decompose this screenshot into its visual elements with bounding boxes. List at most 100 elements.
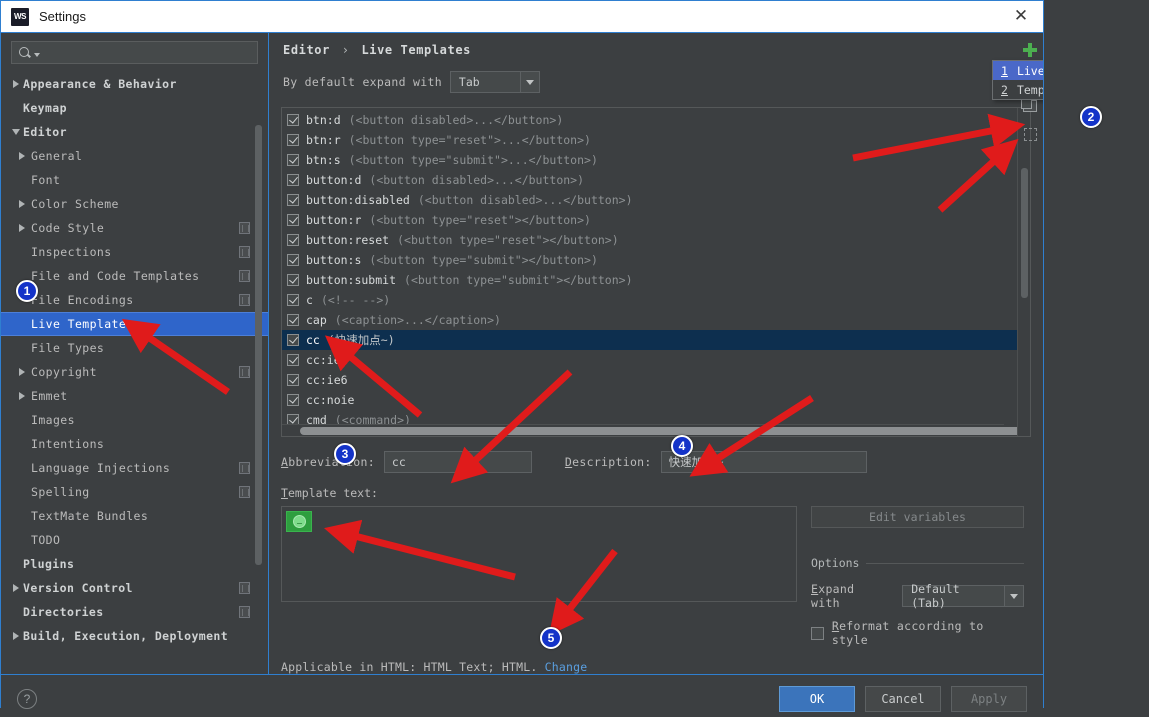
template-row[interactable]: btn:r (<button type="reset">...</button>) — [282, 130, 1017, 150]
sidebar-item-directories[interactable]: Directories — [1, 600, 268, 624]
ok-button[interactable]: OK — [779, 685, 855, 712]
sidebar-item-intentions[interactable]: Intentions — [1, 432, 268, 456]
breadcrumb-root[interactable]: Editor — [283, 43, 330, 57]
template-enabled-checkbox[interactable] — [287, 134, 299, 146]
template-enabled-checkbox[interactable] — [287, 254, 299, 266]
copy-settings-icon[interactable] — [239, 606, 250, 618]
sidebar-item-copyright[interactable]: Copyright — [1, 360, 268, 384]
sidebar-item-todo[interactable]: TODO — [1, 528, 268, 552]
expand-with-combo[interactable]: Default (Tab) — [902, 582, 1024, 610]
sidebar-scrollbar-track[interactable] — [255, 78, 265, 598]
template-row[interactable]: cap (<caption>...</caption>) — [282, 310, 1017, 330]
chevron-down-icon[interactable] — [1004, 586, 1023, 606]
template-enabled-checkbox[interactable] — [287, 274, 299, 286]
sidebar-item-build-execution-deployment[interactable]: Build, Execution, Deployment — [1, 624, 268, 648]
reformat-checkbox[interactable] — [811, 626, 824, 640]
search-icon — [18, 46, 32, 60]
template-group-button[interactable] — [1019, 123, 1041, 145]
edit-variables-button[interactable]: Edit variables — [811, 506, 1024, 528]
template-enabled-checkbox[interactable] — [287, 194, 299, 206]
template-row[interactable]: button:s (<button type="submit"></button>… — [282, 250, 1017, 270]
sidebar-item-file-types[interactable]: File Types — [1, 336, 268, 360]
sidebar-item-general[interactable]: General — [1, 144, 268, 168]
sidebar-item-file-and-code-templates[interactable]: File and Code Templates — [1, 264, 268, 288]
template-row[interactable]: button:r (<button type="reset"></button>) — [282, 210, 1017, 230]
template-enabled-checkbox[interactable] — [287, 394, 299, 406]
template-row[interactable]: cc:noie — [282, 390, 1017, 410]
expand-with-label-text: xpand with — [811, 582, 855, 610]
template-row[interactable]: button:d (<button disabled>...</button>) — [282, 170, 1017, 190]
sidebar-scrollbar-thumb[interactable] — [255, 125, 262, 565]
menu-item-template-group[interactable]: 2 Template Group... — [993, 80, 1043, 99]
templates-hscrollbar-track[interactable] — [282, 424, 1017, 436]
close-icon[interactable]: ✕ — [1009, 5, 1033, 27]
sidebar-item-label: Appearance & Behavior — [23, 77, 177, 91]
sidebar-item-version-control[interactable]: Version Control — [1, 576, 268, 600]
templates-list[interactable]: btn:d (<button disabled>...</button>) btn:… — [282, 108, 1017, 436]
template-enabled-checkbox[interactable] — [287, 174, 299, 186]
apply-button[interactable]: Apply — [951, 685, 1027, 712]
sidebar-item-appearance-behavior[interactable]: Appearance & Behavior — [1, 72, 268, 96]
template-enabled-checkbox[interactable] — [287, 234, 299, 246]
abbreviation-label-text: bbreviation: — [288, 455, 375, 469]
default-expand-combo[interactable]: Tab — [449, 71, 540, 93]
help-icon[interactable]: ? — [17, 688, 37, 709]
template-text-editor[interactable] — [281, 506, 797, 602]
sidebar-item-textmate-bundles[interactable]: TextMate Bundles — [1, 504, 268, 528]
change-link[interactable]: Change — [545, 660, 588, 674]
template-enabled-checkbox[interactable] — [287, 214, 299, 226]
copy-settings-icon[interactable] — [239, 462, 250, 474]
sidebar-item-spelling[interactable]: Spelling — [1, 480, 268, 504]
template-enabled-checkbox[interactable] — [287, 154, 299, 166]
template-enabled-checkbox[interactable] — [287, 374, 299, 386]
template-row[interactable]: btn:s (<button type="submit">...</button>… — [282, 150, 1017, 170]
menu-item-live-template[interactable]: 1 Live Template — [993, 61, 1043, 80]
template-row[interactable]: btn:d (<button disabled>...</button>) — [282, 110, 1017, 130]
sidebar-item-font[interactable]: Font — [1, 168, 268, 192]
copy-settings-icon[interactable] — [239, 222, 250, 234]
sidebar-item-label: Keymap — [23, 101, 67, 115]
copy-settings-icon[interactable] — [239, 366, 250, 378]
template-row[interactable]: cc:ie6 — [282, 370, 1017, 390]
template-enabled-checkbox[interactable] — [287, 294, 299, 306]
templates-hscrollbar-thumb[interactable] — [300, 427, 1017, 435]
chevron-down-icon[interactable] — [519, 72, 539, 92]
cancel-button[interactable]: Cancel — [865, 685, 941, 712]
description-input[interactable] — [660, 451, 867, 473]
template-row[interactable]: c (<!-- -->) — [282, 290, 1017, 310]
template-row[interactable]: button:reset (<button type="reset"></butt… — [282, 230, 1017, 250]
search-input[interactable] — [40, 45, 251, 60]
sidebar-item-keymap[interactable]: Keymap — [1, 96, 268, 120]
sidebar-item-code-style[interactable]: Code Style — [1, 216, 268, 240]
sidebar-item-plugins[interactable]: Plugins — [1, 552, 268, 576]
sidebar-item-label: Inspections — [31, 245, 112, 259]
templates-list-container: btn:d (<button disabled>...</button>) btn:… — [281, 107, 1031, 437]
templates-vscrollbar-track[interactable] — [1017, 108, 1030, 436]
sidebar-item-inspections[interactable]: Inspections — [1, 240, 268, 264]
copy-settings-icon[interactable] — [239, 270, 250, 282]
template-row[interactable]: button:disabled (<button disabled>...</bu… — [282, 190, 1017, 210]
template-enabled-checkbox[interactable] — [287, 114, 299, 126]
template-enabled-checkbox[interactable] — [287, 334, 299, 346]
copy-settings-icon[interactable] — [239, 582, 250, 594]
template-enabled-checkbox[interactable] — [287, 314, 299, 326]
copy-settings-icon[interactable] — [239, 486, 250, 498]
reformat-row[interactable]: Reformat according to style — [811, 619, 1024, 647]
abbreviation-input[interactable] — [383, 451, 532, 473]
sidebar-item-editor[interactable]: Editor — [1, 120, 268, 144]
add-template-button[interactable] — [1019, 39, 1041, 61]
copy-settings-icon[interactable] — [239, 294, 250, 306]
sidebar-item-emmet[interactable]: Emmet — [1, 384, 268, 408]
template-row[interactable]: cc (快速加点~) — [282, 330, 1017, 350]
template-enabled-checkbox[interactable] — [287, 354, 299, 366]
sidebar-item-file-encodings[interactable]: File Encodings — [1, 288, 268, 312]
sidebar-item-live-templates[interactable]: Live Templates — [1, 312, 268, 336]
copy-settings-icon[interactable] — [239, 246, 250, 258]
template-row[interactable]: button:submit (<button type="submit"></bu… — [282, 270, 1017, 290]
search-box[interactable] — [11, 41, 258, 64]
sidebar-item-images[interactable]: Images — [1, 408, 268, 432]
sidebar-item-color-scheme[interactable]: Color Scheme — [1, 192, 268, 216]
sidebar-item-language-injections[interactable]: Language Injections — [1, 456, 268, 480]
template-row[interactable]: cc:ie — [282, 350, 1017, 370]
templates-vscrollbar-thumb[interactable] — [1021, 168, 1028, 298]
